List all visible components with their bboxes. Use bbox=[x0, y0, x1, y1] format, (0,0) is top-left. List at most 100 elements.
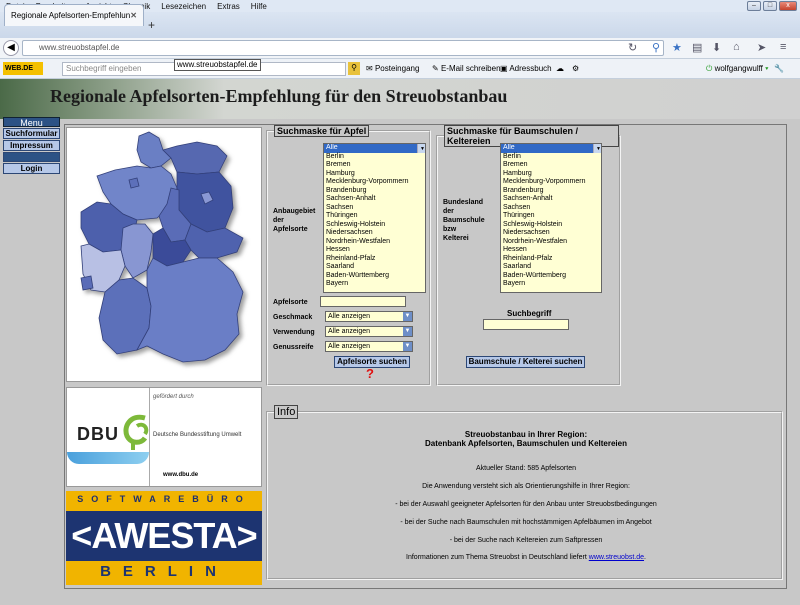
bundesland-listbox[interactable]: Alle Berlin Bremen Hamburg Mecklenburg-Vorpo… bbox=[500, 143, 602, 293]
menu-hilfe[interactable]: Hilfe bbox=[251, 2, 267, 11]
weather-icon[interactable]: ☁ bbox=[556, 64, 564, 73]
verwendung-value: Alle anzeigen bbox=[328, 328, 371, 335]
genussreife-select[interactable]: Alle anzeigen ▼ bbox=[325, 341, 413, 352]
germany-map[interactable] bbox=[66, 127, 262, 382]
maximize-button[interactable]: □ bbox=[763, 1, 777, 11]
menu-extras[interactable]: Extras bbox=[217, 2, 240, 11]
download-icon[interactable]: ⬇ bbox=[712, 41, 721, 54]
streuobst-link[interactable]: www.streuobst.de bbox=[589, 554, 644, 561]
region-option[interactable]: Thüringen bbox=[324, 212, 425, 221]
menu-item-suchformular[interactable]: Suchformular bbox=[3, 128, 60, 139]
map-region-bayern[interactable] bbox=[136, 257, 244, 363]
region-option[interactable]: Hessen bbox=[324, 246, 425, 255]
hamburger-menu-icon[interactable]: ≡ bbox=[780, 41, 786, 53]
region-option[interactable]: Nordrhein-Westfalen bbox=[324, 238, 425, 247]
close-button[interactable]: x bbox=[779, 1, 797, 11]
info-footer-text: Informationen zum Thema Streuobst in Deu… bbox=[406, 554, 587, 561]
listbox-scrollbar[interactable]: ▲▼ bbox=[417, 144, 425, 153]
region-option[interactable]: Niedersachsen bbox=[501, 229, 601, 238]
new-tab-button[interactable]: + bbox=[148, 18, 155, 32]
region-option[interactable]: Sachsen-Anhalt bbox=[501, 195, 601, 204]
dbu-sponsor-text: gefördert durch bbox=[153, 394, 194, 400]
side-menu: Menu Suchformular Impressum Login bbox=[3, 117, 60, 174]
map-region-bremen[interactable] bbox=[128, 177, 140, 189]
region-option[interactable]: Alle bbox=[501, 144, 601, 153]
menu-item-login[interactable]: Login bbox=[3, 163, 60, 174]
toolbar-search-icon[interactable]: ⚲ bbox=[348, 62, 360, 75]
region-option[interactable]: Bayern bbox=[324, 280, 425, 289]
region-option[interactable]: Baden-Württemberg bbox=[324, 272, 425, 281]
region-option[interactable]: Alle bbox=[324, 144, 425, 153]
region-option[interactable]: Sachsen bbox=[501, 204, 601, 213]
region-option[interactable]: Thüringen bbox=[501, 212, 601, 221]
info-heading-1: Streuobstanbau in Ihrer Region: bbox=[464, 430, 588, 439]
geschmack-select[interactable]: Alle anzeigen ▼ bbox=[325, 311, 413, 322]
chevron-down-icon: ▼ bbox=[403, 342, 412, 351]
region-option[interactable]: Hamburg bbox=[501, 170, 601, 179]
region-option[interactable]: Berlin bbox=[501, 153, 601, 162]
wrench-icon[interactable]: 🔧 bbox=[774, 64, 784, 73]
region-option[interactable]: Saarland bbox=[501, 263, 601, 272]
bookmarks-icon[interactable]: ▤ bbox=[692, 41, 702, 54]
suchbegriff-input[interactable] bbox=[483, 319, 569, 330]
region-option[interactable]: Sachsen-Anhalt bbox=[324, 195, 425, 204]
browser-tab[interactable]: Regionale Apfelsorten-Empfehlun... ✕ bbox=[4, 4, 144, 26]
region-option[interactable]: Brandenburg bbox=[324, 187, 425, 196]
region-option[interactable]: Berlin bbox=[324, 153, 425, 162]
region-option[interactable]: Bremen bbox=[501, 161, 601, 170]
map-region-saarland[interactable] bbox=[80, 275, 94, 291]
dbu-sponsor-logo[interactable]: gefördert durch DBU Deutsche Bundesstift… bbox=[66, 387, 262, 487]
region-option[interactable]: Sachsen bbox=[324, 204, 425, 213]
bookmark-star-icon[interactable]: ★ bbox=[672, 41, 682, 54]
window-controls: – □ x bbox=[747, 1, 797, 11]
region-option[interactable]: Bayern bbox=[501, 280, 601, 289]
url-text: www.streuobstapfel.de bbox=[39, 43, 120, 52]
help-icon[interactable]: ? bbox=[366, 366, 374, 381]
region-option[interactable]: Mecklenburg-Vorpommern bbox=[324, 178, 425, 187]
webde-logo[interactable]: WEB.DE bbox=[3, 62, 43, 75]
url-bar[interactable]: www.streuobstapfel.de bbox=[22, 40, 664, 56]
verwendung-select[interactable]: Alle anzeigen ▼ bbox=[325, 326, 413, 337]
region-option[interactable]: Hamburg bbox=[324, 170, 425, 179]
region-option[interactable]: Niedersachsen bbox=[324, 229, 425, 238]
close-icon[interactable]: ✕ bbox=[130, 11, 137, 20]
awesta-top-text: SOFTWAREBÜRO bbox=[77, 494, 251, 504]
region-option[interactable]: Saarland bbox=[324, 263, 425, 272]
apfelsorte-input[interactable] bbox=[320, 296, 406, 307]
menu-item-impressum[interactable]: Impressum bbox=[3, 140, 60, 151]
info-legend: Info bbox=[274, 405, 299, 419]
awesta-logo[interactable]: SOFTWAREBÜRO <AWESTA> BERLIN bbox=[66, 491, 262, 585]
email-schreiben-button[interactable]: ✎ E-Mail schreiben bbox=[432, 64, 501, 73]
settings-icon[interactable]: ⚙ bbox=[572, 64, 579, 73]
back-button[interactable]: ◀ bbox=[3, 40, 19, 56]
region-option[interactable]: Schleswig-Holstein bbox=[324, 221, 425, 230]
anbaugebiet-listbox[interactable]: Alle Berlin Bremen Hamburg Mecklenburg-Vorpo… bbox=[323, 143, 426, 293]
listbox-scrollbar[interactable]: ▲▼ bbox=[593, 144, 601, 153]
search-icon[interactable]: ⚲ bbox=[652, 41, 660, 54]
genussreife-label: Genussreife bbox=[273, 344, 314, 351]
baumschule-suchen-button[interactable]: Baumschule / Kelterei suchen bbox=[466, 356, 585, 368]
send-icon[interactable]: ➤ bbox=[757, 41, 766, 54]
region-option[interactable]: Rheinland-Pfalz bbox=[501, 255, 601, 264]
home-icon[interactable]: ⌂ bbox=[733, 41, 740, 53]
menu-lesezeichen[interactable]: Lesezeichen bbox=[161, 2, 206, 11]
region-option[interactable]: Brandenburg bbox=[501, 187, 601, 196]
navigation-bar: ◀ www.streuobstapfel.de ↻ ⚲ ★ ▤ ⬇ ⌂ ➤ ≡ bbox=[0, 38, 800, 59]
posteingang-button[interactable]: ✉ Posteingang bbox=[366, 64, 419, 73]
region-option[interactable]: Mecklenburg-Vorpommern bbox=[501, 178, 601, 187]
region-option[interactable]: Bremen bbox=[324, 161, 425, 170]
back-arrow-icon: ◀ bbox=[7, 42, 15, 53]
info-footer-end: . bbox=[644, 554, 646, 561]
minimize-button[interactable]: – bbox=[747, 1, 761, 11]
region-option[interactable]: Nordrhein-Westfalen bbox=[501, 238, 601, 247]
user-menu[interactable]: ⏻ wolfgangwulff ▾ bbox=[706, 64, 768, 74]
region-option[interactable]: Baden-Württemberg bbox=[501, 272, 601, 281]
region-option[interactable]: Hessen bbox=[501, 246, 601, 255]
adressbuch-button[interactable]: ▣ Adressbuch bbox=[500, 64, 552, 73]
region-option[interactable]: Rheinland-Pfalz bbox=[324, 255, 425, 264]
adressbuch-label: Adressbuch bbox=[509, 64, 552, 73]
chevron-down-icon: ▼ bbox=[403, 327, 412, 336]
map-region-mecklenburg-vorpommern[interactable] bbox=[162, 141, 228, 175]
region-option[interactable]: Schleswig-Holstein bbox=[501, 221, 601, 230]
reload-icon[interactable]: ↻ bbox=[628, 41, 637, 54]
